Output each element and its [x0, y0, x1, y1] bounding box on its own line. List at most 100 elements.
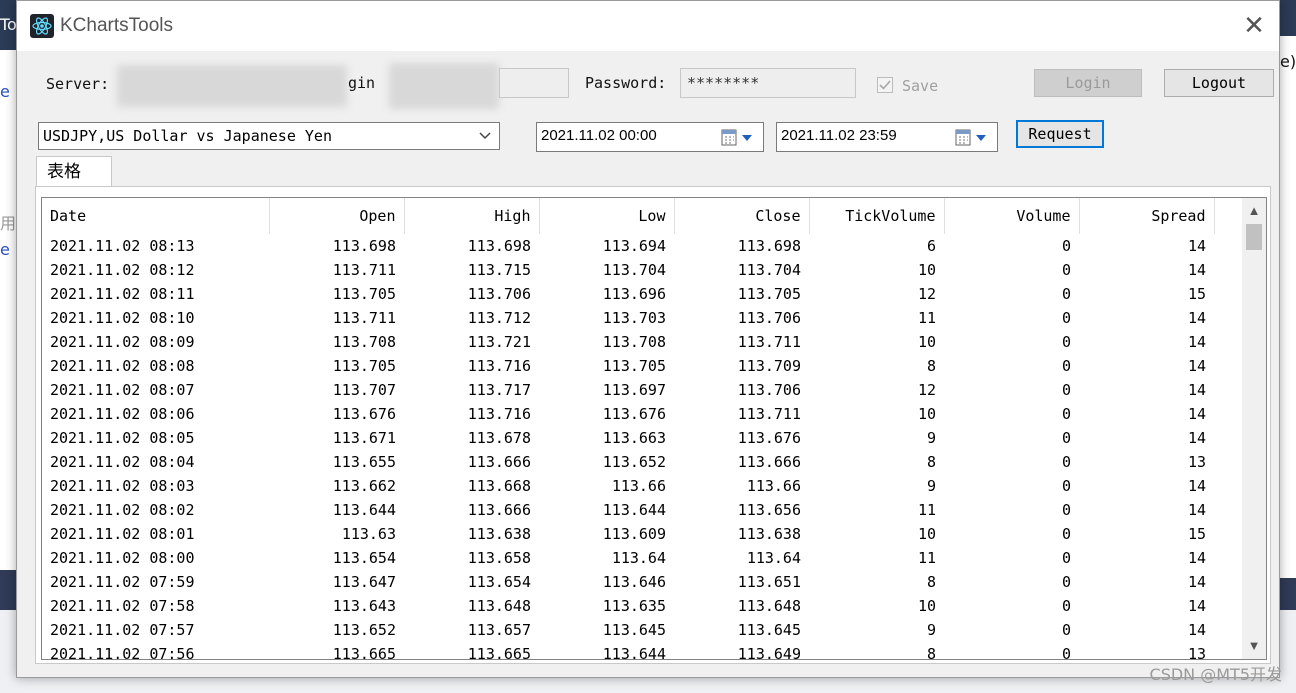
save-checkbox[interactable]	[877, 77, 893, 93]
column-header-tickvolume[interactable]: TickVolume	[809, 198, 945, 234]
table-cell: 113.698	[737, 237, 801, 255]
table-cell: 0	[1061, 573, 1071, 591]
calendar-dropdown-icon	[721, 129, 752, 146]
table-cell: 0	[1061, 597, 1071, 615]
window-titlebar[interactable]: KChartsTools ✕	[17, 1, 1279, 51]
table-row[interactable]: 2021.11.02 07:59 113.647 113.654 113.646 113…	[42, 570, 1214, 594]
table-cell: 14	[1187, 333, 1206, 351]
table-cell: 113.666	[737, 453, 801, 471]
table-cell: 2021.11.02 08:12	[50, 261, 195, 279]
table-row[interactable]: 2021.11.02 08:09 113.708 113.721 113.708 113…	[42, 330, 1214, 354]
table-row[interactable]: 2021.11.02 08:00 113.654 113.658 113.64 113.…	[42, 546, 1214, 570]
table-cell: 12	[917, 285, 936, 303]
table-cell: 2021.11.02 08:13	[50, 237, 195, 255]
table-row[interactable]: 2021.11.02 08:03 113.662 113.668 113.66 113.…	[42, 474, 1214, 498]
table-row[interactable]: 2021.11.02 08:02 113.644 113.666 113.644 113…	[42, 498, 1214, 522]
table-cell: 14	[1187, 381, 1206, 399]
table-row[interactable]: 2021.11.02 08:06 113.676 113.716 113.676 113…	[42, 402, 1214, 426]
table-row[interactable]: 2021.11.02 08:12 113.711 113.715 113.704 113…	[42, 258, 1214, 282]
table-cell: 113.704	[737, 261, 801, 279]
symbol-dropdown[interactable]: USDJPY,US Dollar vs Japanese Yen	[38, 122, 500, 150]
column-header-open[interactable]: Open	[269, 198, 405, 234]
table-cell: 10	[917, 405, 936, 423]
vertical-scrollbar[interactable]: ▲ ▼	[1242, 198, 1266, 659]
table-cell: 2021.11.02 08:10	[50, 309, 195, 327]
csdn-watermark: CSDN @MT5开发	[1149, 665, 1282, 684]
table-cell: 10	[917, 261, 936, 279]
table-cell: 113.644	[602, 501, 666, 519]
table-row[interactable]: 2021.11.02 08:04 113.655 113.666 113.652 113…	[42, 450, 1214, 474]
table-row[interactable]: 2021.11.02 07:58 113.643 113.648 113.635 113…	[42, 594, 1214, 618]
table-cell: 2021.11.02 07:59	[50, 573, 195, 591]
table-cell: 113.676	[737, 429, 801, 447]
login-button[interactable]: Login	[1034, 69, 1142, 97]
table-cell: 11	[917, 501, 936, 519]
password-input[interactable]: ********	[680, 68, 856, 98]
table-cell: 113.706	[737, 381, 801, 399]
table-cell: 113.703	[602, 309, 666, 327]
table-cell: 113.708	[602, 333, 666, 351]
table-cell: 0	[1061, 621, 1071, 639]
save-label: Save	[902, 77, 939, 95]
table-cell: 113.666	[467, 453, 531, 471]
scroll-up-icon[interactable]: ▲	[1242, 200, 1266, 222]
chevron-down-icon	[479, 132, 491, 140]
table-row[interactable]: 2021.11.02 08:11 113.705 113.706 113.696 113…	[42, 282, 1214, 306]
request-button[interactable]: Request	[1016, 120, 1104, 148]
login-input[interactable]	[499, 68, 569, 98]
background-text: e	[0, 82, 10, 101]
table-row[interactable]: 2021.11.02 07:57 113.652 113.657 113.645 113…	[42, 618, 1214, 642]
table-cell: 0	[1061, 645, 1071, 660]
logout-button[interactable]: Logout	[1164, 69, 1274, 97]
tab-table[interactable]: 表格	[36, 156, 112, 188]
table-cell: 14	[1187, 405, 1206, 423]
table-cell: 14	[1187, 237, 1206, 255]
column-header-low[interactable]: Low	[539, 198, 675, 234]
table-cell: 0	[1061, 453, 1071, 471]
table-cell: 113.711	[737, 405, 801, 423]
table-cell: 113.657	[467, 621, 531, 639]
table-cell: 2021.11.02 08:11	[50, 285, 195, 303]
table-cell: 113.711	[737, 333, 801, 351]
table-row[interactable]: 2021.11.02 08:08 113.705 113.716 113.705 113…	[42, 354, 1214, 378]
column-header-close[interactable]: Close	[674, 198, 810, 234]
table-cell: 113.643	[332, 597, 396, 615]
table-row[interactable]: 2021.11.02 08:05 113.671 113.678 113.663 113…	[42, 426, 1214, 450]
table-row[interactable]: 2021.11.02 07:56 113.665 113.665 113.644 113…	[42, 642, 1214, 660]
table-cell: 0	[1061, 261, 1071, 279]
table-cell: 14	[1187, 429, 1206, 447]
table-cell: 113.644	[602, 645, 666, 660]
table-row[interactable]: 2021.11.02 08:10 113.711 113.712 113.703 113…	[42, 306, 1214, 330]
table-row[interactable]: 2021.11.02 08:13 113.698 113.698 113.694 113…	[42, 234, 1214, 258]
date-to-value: 2021.11.02 23:59	[781, 127, 897, 144]
table-cell: 113.638	[467, 525, 531, 543]
column-header-spread[interactable]: Spread	[1079, 198, 1215, 234]
table-cell: 113.654	[332, 549, 396, 567]
close-icon[interactable]: ✕	[1239, 10, 1269, 40]
table-cell: 113.705	[332, 357, 396, 375]
table-cell: 113.711	[332, 261, 396, 279]
table-cell: 0	[1061, 501, 1071, 519]
table-cell: 8	[926, 573, 936, 591]
table-cell: 113.663	[602, 429, 666, 447]
table-cell: 113.715	[467, 261, 531, 279]
table-cell: 113.63	[341, 525, 396, 543]
column-header-volume[interactable]: Volume	[944, 198, 1080, 234]
date-to-picker[interactable]: 2021.11.02 23:59	[776, 122, 998, 152]
table-cell: 2021.11.02 08:00	[50, 549, 195, 567]
table-cell: 113.676	[602, 405, 666, 423]
column-header-date[interactable]: Date	[42, 198, 270, 234]
scroll-thumb[interactable]	[1246, 224, 1262, 250]
redacted-login-field	[389, 63, 499, 109]
table-cell: 0	[1061, 237, 1071, 255]
table-cell: 14	[1187, 261, 1206, 279]
date-from-picker[interactable]: 2021.11.02 00:00	[536, 122, 764, 152]
table-row[interactable]: 2021.11.02 08:01 113.63 113.638 113.609 113.…	[42, 522, 1214, 546]
table-cell: 113.645	[602, 621, 666, 639]
table-cell: 0	[1061, 429, 1071, 447]
column-header-high[interactable]: High	[404, 198, 540, 234]
table-row[interactable]: 2021.11.02 08:07 113.707 113.717 113.697 113…	[42, 378, 1214, 402]
table-cell: 2021.11.02 08:07	[50, 381, 195, 399]
background-app-right	[1280, 36, 1296, 596]
scroll-down-icon[interactable]: ▼	[1242, 635, 1266, 657]
